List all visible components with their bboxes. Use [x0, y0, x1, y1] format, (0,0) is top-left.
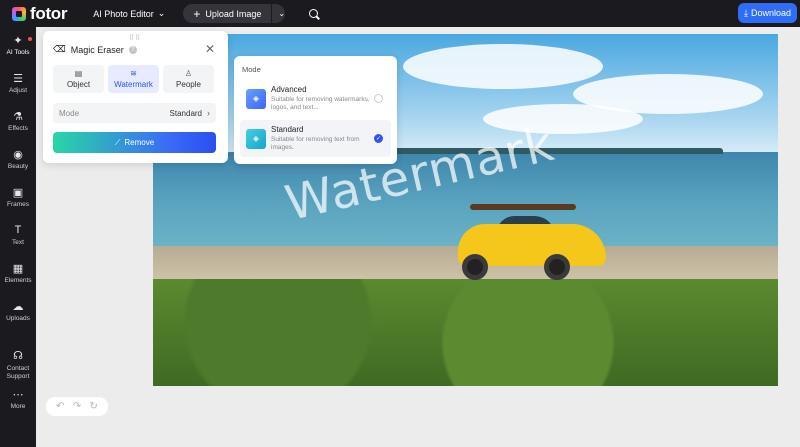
history-bar: ↶ ↷ ↻ [46, 397, 108, 416]
rail-label: Elements [4, 277, 32, 284]
remove-button[interactable]: ⟋ Remove [53, 132, 216, 153]
surfboard [470, 204, 576, 210]
rail-label: Adjust [8, 87, 28, 94]
sliders-icon: ☰ [13, 72, 23, 85]
photo-shrubs [153, 279, 778, 386]
person-icon: ♙ [184, 69, 193, 78]
close-icon[interactable]: ✕ [205, 42, 215, 56]
divider [271, 4, 273, 23]
magic-wand-icon: ⟋ [114, 137, 121, 147]
rail-label: Uploads [6, 315, 30, 322]
car-wheel [544, 254, 570, 280]
option-desc: Suitable for removing watermarks, logos,… [271, 96, 370, 111]
yellow-car [458, 204, 608, 284]
more-icon: ⋯ [12, 388, 24, 401]
mode-dropdown: Mode ◈ Advanced Suitable for removing wa… [234, 56, 397, 164]
tab-label: Watermark [114, 80, 153, 89]
shapes-icon: ▦ [12, 262, 24, 275]
rail-label: Beauty [7, 163, 29, 170]
eye-icon: ◉ [13, 148, 23, 161]
chevron-right-icon: › [207, 108, 210, 118]
flask-icon: ⚗ [13, 110, 23, 123]
remove-label: Remove [124, 138, 155, 147]
watermark-icon: ≋ [130, 69, 137, 78]
mode-label: Mode [59, 108, 80, 118]
help-icon[interactable]: ? [128, 45, 137, 54]
rail-label: AI Tools [6, 49, 30, 56]
car-wheel [462, 254, 488, 280]
tab-object[interactable]: ▤ Object [53, 65, 104, 93]
mode-option-standard[interactable]: ◈ Standard Suitable for removing text fr… [240, 120, 391, 157]
eraser-icon: ⌫ [53, 44, 66, 54]
rail-item-frames[interactable]: ▣ Frames [0, 185, 36, 209]
redo-icon[interactable]: ↷ [73, 401, 81, 412]
advanced-mode-icon: ◈ [246, 88, 266, 109]
rail-item-text[interactable]: T Text [0, 223, 36, 246]
rail-item-beauty[interactable]: ◉ Beauty [0, 147, 36, 171]
notification-dot [28, 37, 32, 41]
panel-title-text: Magic Eraser [70, 44, 124, 55]
drag-handle[interactable]: ⠿⠿ [129, 34, 141, 42]
option-name: Standard [271, 125, 304, 134]
editor-menu[interactable]: AI Photo Editor ⌄ [93, 8, 165, 19]
rail-item-more[interactable]: ⋯ More [0, 387, 36, 411]
brand-name: fotor [30, 3, 68, 23]
fotor-logo-icon [12, 6, 26, 21]
upload-image-button[interactable]: + Upload Image ⌄ [183, 4, 286, 23]
rail-item-effects[interactable]: ⚗ Effects [0, 109, 36, 133]
undo-icon[interactable]: ↶ [56, 401, 64, 412]
option-name: Advanced [271, 85, 307, 94]
mode-option-advanced[interactable]: ◈ Advanced Suitable for removing waterma… [240, 80, 391, 117]
download-button[interactable]: ⤓ Download [738, 3, 797, 23]
upload-label: Upload Image [205, 8, 262, 19]
rail-label: Text [12, 239, 24, 246]
panel-title: ⌫ Magic Eraser ? [53, 44, 137, 55]
tab-people[interactable]: ♙ People [163, 65, 214, 93]
rail-item-contact-support[interactable]: ☊ Contact Support [0, 349, 36, 381]
rail-item-ai-tools[interactable]: ✦ AI Tools [0, 33, 36, 56]
rail-label: Effects [8, 125, 28, 132]
tab-watermark[interactable]: ≋ Watermark [108, 65, 159, 93]
mode-select[interactable]: Mode Standard › [53, 103, 216, 123]
rail-item-uploads[interactable]: ☁ Uploads [0, 299, 36, 323]
rail-label: More [10, 403, 26, 410]
top-bar: fotor AI Photo Editor ⌄ + Upload Image ⌄… [0, 0, 800, 27]
photo-cloud [403, 44, 603, 89]
fotor-logo[interactable]: fotor [12, 3, 68, 24]
editor-menu-label: AI Photo Editor [93, 8, 154, 19]
magic-wand-icon: ✦ [13, 34, 23, 47]
rail-label: Frames [6, 201, 30, 208]
mode-dropdown-title: Mode [242, 65, 261, 74]
magic-eraser-panel: ⠿⠿ ⌫ Magic Eraser ? ✕ ▤ Object ≋ Waterma… [43, 31, 228, 163]
chevron-down-icon: ⌄ [157, 8, 166, 18]
search-icon[interactable] [308, 8, 320, 20]
tab-label: Object [66, 80, 91, 89]
text-icon: T [14, 224, 22, 236]
plus-icon: + [193, 6, 201, 21]
frame-icon: ▣ [12, 186, 24, 199]
download-icon: ⤓ [743, 7, 748, 18]
eraser-tabs: ▤ Object ≋ Watermark ♙ People [53, 65, 214, 93]
rail-item-adjust[interactable]: ☰ Adjust [0, 71, 36, 95]
tool-rail: ✦ AI Tools ☰ Adjust ⚗ Effects ◉ Beauty ▣… [0, 27, 36, 447]
cloud-upload-icon: ☁ [12, 300, 24, 313]
headset-icon: ☊ [13, 350, 23, 362]
rail-item-elements[interactable]: ▦ Elements [0, 261, 36, 285]
mode-value: Standard [169, 108, 202, 118]
object-icon: ▤ [74, 69, 83, 78]
radio-unchecked[interactable] [374, 94, 383, 103]
rail-label: Contact Support [6, 365, 30, 380]
option-desc: Suitable for removing text from images. [271, 136, 360, 151]
download-label: Download [750, 8, 791, 18]
radio-checked-icon[interactable]: ✓ [374, 134, 383, 143]
reset-icon[interactable]: ↻ [89, 401, 97, 412]
chevron-down-icon[interactable]: ⌄ [278, 9, 285, 18]
standard-mode-icon: ◈ [246, 128, 266, 149]
tab-label: People [176, 80, 201, 89]
